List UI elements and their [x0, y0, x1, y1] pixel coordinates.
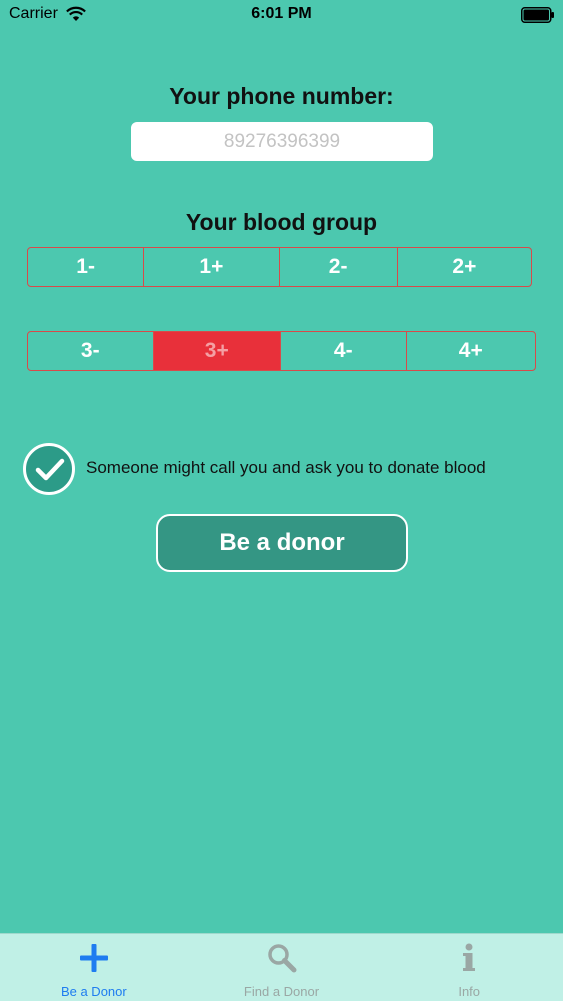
consent-checkbox[interactable]: [23, 443, 75, 495]
checkmark-icon: [35, 458, 65, 481]
blood-group-label: Your blood group: [185, 209, 378, 235]
tab-label-be-a-donor: Be a Donor: [60, 984, 127, 999]
blood-group-segment-row1: 1- 1+ 2- 2+: [27, 247, 532, 287]
tab-be-a-donor[interactable]: Be a Donor: [0, 934, 188, 1001]
blood-group-option-2-plus[interactable]: 2+: [398, 248, 531, 286]
be-a-donor-button[interactable]: Be a donor: [156, 514, 408, 572]
phone-label: Your phone number:: [169, 83, 394, 109]
blood-group-option-4-plus[interactable]: 4+: [407, 332, 535, 370]
tab-label-find-a-donor: Find a Donor: [243, 984, 320, 999]
status-bar: Carrier 6:01 PM: [0, 0, 563, 30]
blood-group-segment-row2: 3- 3+ 4- 4+: [27, 331, 536, 371]
blood-group-option-2-minus[interactable]: 2-: [280, 248, 398, 286]
info-icon: [463, 943, 476, 971]
blood-group-option-4-minus[interactable]: 4-: [281, 332, 407, 370]
blood-group-option-3-minus[interactable]: 3-: [28, 332, 154, 370]
search-icon: [267, 944, 296, 973]
plus-icon: [79, 944, 108, 972]
blood-group-option-1-plus[interactable]: 1+: [144, 248, 280, 286]
tab-bar: Be a Donor Find a Donor Info: [0, 933, 563, 1001]
consent-text: Someone might call you and ask you to do…: [86, 458, 486, 477]
status-time: 6:01 PM: [251, 5, 312, 22]
tab-find-a-donor[interactable]: Find a Donor: [188, 934, 376, 1001]
blood-group-option-3-plus[interactable]: 3+: [153, 332, 281, 370]
phone-number-input[interactable]: [131, 122, 433, 161]
tab-info[interactable]: Info: [375, 934, 563, 1001]
blood-group-option-1-minus[interactable]: 1-: [28, 248, 145, 286]
tab-label-info: Info: [458, 984, 481, 999]
battery-icon: [521, 7, 554, 23]
